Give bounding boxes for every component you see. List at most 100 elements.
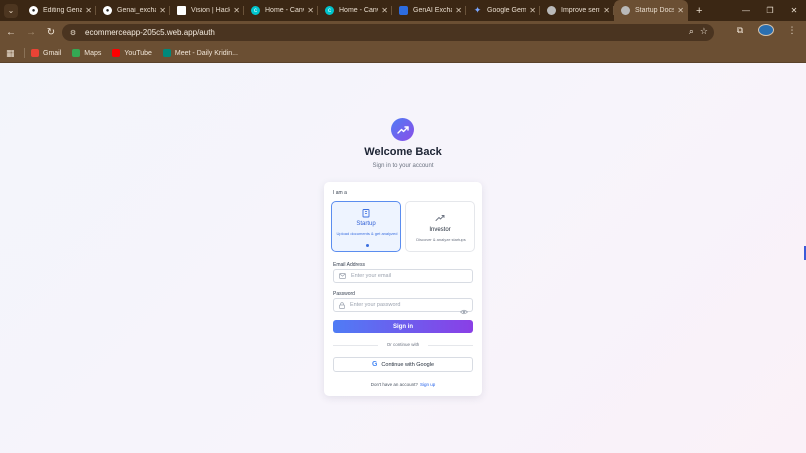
close-icon[interactable]: ✕ <box>677 6 684 15</box>
tab-title: GenAI Exchan <box>413 7 452 14</box>
canva-icon: c <box>251 6 260 15</box>
tab-title: Vision | Hack <box>191 7 231 14</box>
restore-icon[interactable]: ❐ <box>758 0 782 21</box>
bookmark-maps[interactable]: Maps <box>72 49 101 57</box>
browser-tab[interactable]: c Home - Canv ✕ <box>318 0 392 21</box>
role-label: I am a <box>333 190 347 196</box>
page-icon <box>177 6 186 15</box>
meet-icon <box>162 49 171 57</box>
close-icon[interactable]: ✕ <box>381 6 388 15</box>
bookmark-meet[interactable]: Meet - Daily Kridin... <box>162 49 238 57</box>
more-menu-icon[interactable]: ⋮ <box>784 25 800 36</box>
maps-icon <box>72 49 81 57</box>
tab-title: Editing Genai <box>43 7 83 14</box>
tab-title: Home - Canv <box>339 7 379 14</box>
tab-strip: ● Editing Genai ✕ ● Genai_exchang ✕ Visi… <box>22 0 702 21</box>
browser-tab-active[interactable]: Startup Docs ✕ <box>614 0 688 21</box>
tab-title: Home - Canv <box>265 7 305 14</box>
signup-link[interactable]: Sign up <box>420 382 435 387</box>
browser-tab[interactable]: ● Editing Genai ✕ <box>22 0 96 21</box>
bookmark-label: YouTube <box>124 49 152 57</box>
mail-icon <box>339 273 346 279</box>
url-text[interactable]: ecommerceapp-205c5.web.app/auth <box>85 28 215 37</box>
google-signin-button[interactable]: G Continue with Google <box>333 357 473 372</box>
role-option-startup[interactable]: Startup Upload documents & get analyzed <box>331 201 401 252</box>
github-icon: ● <box>103 6 112 15</box>
bookmarks-bar: ▦ Gmail Maps YouTube Meet - Daily Kridin… <box>0 44 806 63</box>
role-option-investor[interactable]: Investor Discover & analyze startups <box>405 201 475 252</box>
tab-title: Genai_exchang <box>117 7 156 14</box>
bookmark-label: Maps <box>84 49 102 57</box>
close-icon[interactable]: ✕ <box>529 6 536 15</box>
minimize-icon[interactable]: — <box>734 0 758 21</box>
extensions-icon[interactable]: ⧉ <box>732 25 748 36</box>
role-title: Startup <box>356 221 376 227</box>
eye-icon[interactable] <box>460 302 468 320</box>
role-title: Investor <box>429 227 451 233</box>
role-description: Discover & analyze startups <box>416 237 466 242</box>
tab-bar: ⌄ ● Editing Genai ✕ ● Genai_exchang ✕ Vi… <box>0 0 806 21</box>
google-icon: G <box>371 361 378 368</box>
bookmark-youtube[interactable]: YouTube <box>112 49 152 57</box>
gmail-icon <box>31 49 39 57</box>
canva-icon: c <box>325 6 334 15</box>
password-label: Password <box>333 291 355 297</box>
close-icon[interactable]: ✕ <box>159 6 166 15</box>
address-bar[interactable]: ⚙ ecommerceapp-205c5.web.app/auth ⌕ ☆ <box>62 24 714 41</box>
page-title: Welcome Back <box>364 146 442 158</box>
signup-prompt-text: Don't have an account? <box>370 382 418 387</box>
role-description: Upload documents & get analyzed <box>336 231 398 236</box>
profile-avatar[interactable] <box>758 24 774 36</box>
zoom-icon[interactable]: ⌕ <box>689 26 694 37</box>
signup-prompt: Don't have an account? Sign up <box>324 382 482 387</box>
email-label: Email Address <box>333 262 365 268</box>
selected-indicator <box>366 244 369 247</box>
apps-grid-icon[interactable]: ▦ <box>6 48 18 59</box>
email-placeholder: Enter your email <box>351 273 392 279</box>
close-icon[interactable]: ✕ <box>455 6 462 15</box>
close-icon[interactable]: ✕ <box>603 6 610 15</box>
browser-toolbar: ← → ↻ ⚙ ecommerceapp-205c5.web.app/auth … <box>0 21 806 44</box>
building-icon <box>332 208 400 218</box>
tab-title: Improve sent <box>561 7 601 14</box>
close-icon[interactable]: ✕ <box>307 6 314 15</box>
shield-icon <box>399 6 408 15</box>
youtube-icon <box>112 49 121 57</box>
reload-icon[interactable]: ↻ <box>42 24 60 42</box>
browser-tab[interactable]: GenAI Exchan ✕ <box>392 0 466 21</box>
bookmark-label: Meet - Daily Kridin... <box>174 49 238 57</box>
forward-icon[interactable]: → <box>22 24 40 42</box>
tab-search-button[interactable]: ⌄ <box>4 3 18 18</box>
bookmark-star-icon[interactable]: ☆ <box>700 26 708 37</box>
window-controls: — ❐ ✕ <box>734 0 806 21</box>
tab-title: Google Gemi <box>487 7 527 14</box>
new-tab-button[interactable]: + <box>696 5 702 17</box>
divider-text: Or continue with <box>378 342 428 347</box>
google-button-label: Continue with Google <box>381 361 435 368</box>
page-subtitle: Sign in to your account <box>372 163 434 169</box>
trending-up-icon <box>391 118 414 141</box>
trending-up-icon <box>406 214 474 222</box>
browser-tab[interactable]: c Home - Canv ✕ <box>244 0 318 21</box>
browser-tab[interactable]: ✦ Google Gemi ✕ <box>466 0 540 21</box>
browser-tab[interactable]: ● Genai_exchang ✕ <box>96 0 170 21</box>
auth-page: Welcome Back Sign in to your account I a… <box>0 63 806 453</box>
tab-title: Startup Docs <box>635 7 675 14</box>
close-icon[interactable]: ✕ <box>85 6 92 15</box>
close-icon[interactable]: ✕ <box>233 6 240 15</box>
browser-tab[interactable]: Improve sent ✕ <box>540 0 614 21</box>
site-info-icon[interactable]: ⚙ <box>66 26 80 40</box>
close-window-icon[interactable]: ✕ <box>782 0 806 21</box>
bookmarks-divider <box>24 48 25 58</box>
password-field[interactable]: Enter your password <box>333 298 473 315</box>
email-field[interactable]: Enter your email <box>333 269 473 283</box>
password-placeholder: Enter your password <box>350 302 401 308</box>
globe-icon <box>547 6 556 15</box>
bookmark-gmail[interactable]: Gmail <box>31 49 61 57</box>
back-icon[interactable]: ← <box>2 24 20 42</box>
browser-tab[interactable]: Vision | Hack ✕ <box>170 0 244 21</box>
gemini-icon: ✦ <box>473 5 482 15</box>
signin-button[interactable]: Sign in <box>333 320 473 333</box>
globe-icon <box>621 6 630 15</box>
signin-card: I am a Startup Upload documents & get an… <box>324 182 482 396</box>
